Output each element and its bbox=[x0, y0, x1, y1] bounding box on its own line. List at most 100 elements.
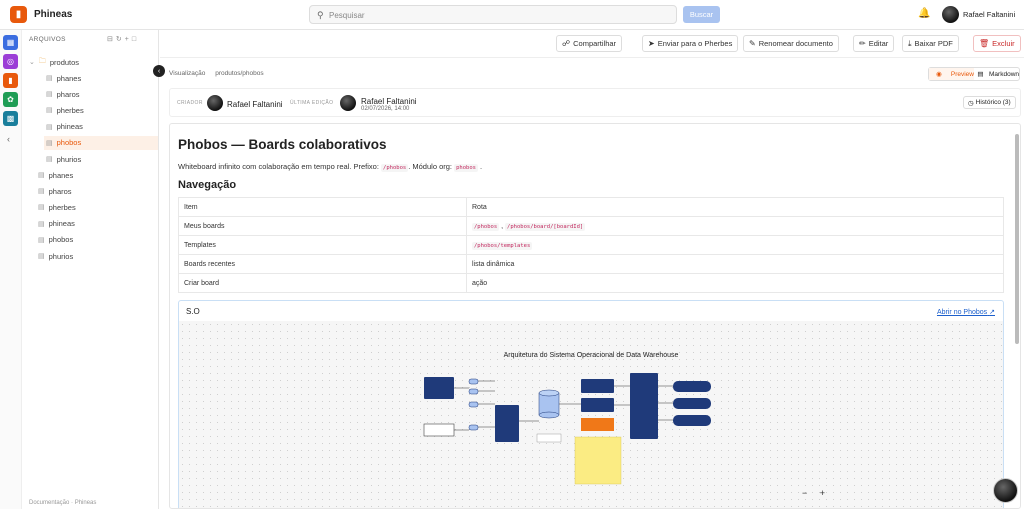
avatar[interactable] bbox=[942, 6, 959, 23]
created-label: CRIADOR bbox=[177, 100, 203, 106]
leaf-icon[interactable]: ✿ bbox=[3, 92, 18, 107]
file-icon: ▤ bbox=[977, 71, 984, 78]
alert-node bbox=[581, 418, 614, 431]
note-node bbox=[536, 433, 562, 443]
share-button[interactable]: ☍ Compartilhar bbox=[556, 35, 623, 52]
file-item[interactable]: ▤ pherbes bbox=[38, 200, 76, 214]
send-button[interactable]: ➤ Enviar para o Pherbes bbox=[642, 35, 739, 52]
file-item[interactable]: ▤ phineas bbox=[38, 217, 75, 231]
avatar bbox=[207, 95, 223, 111]
history-button[interactable]: ◷ Histórico (3) bbox=[963, 96, 1016, 109]
table-cell-route: /phobos , /phobos/board/[boardId] bbox=[466, 216, 1004, 236]
folder-icon: 🗀 bbox=[38, 57, 46, 65]
chart-icon[interactable]: ▩ bbox=[3, 111, 18, 126]
item-text: Item bbox=[184, 203, 198, 211]
route-text: Rota bbox=[472, 203, 487, 211]
connector-nodes bbox=[468, 378, 479, 431]
item-text: Boards recentes bbox=[184, 260, 235, 268]
breadcrumb-root[interactable]: Visualização bbox=[169, 70, 205, 77]
file-icon: ▤ bbox=[46, 75, 53, 82]
collapse-panel-button[interactable]: ‹ bbox=[153, 65, 165, 77]
files-header: ARQUIVOS bbox=[29, 36, 66, 43]
table-cell-item: Boards recentes bbox=[178, 254, 467, 274]
edit-button[interactable]: ✏ Editar bbox=[853, 35, 895, 52]
file-label: phobos bbox=[48, 235, 74, 245]
zoom-in-button[interactable]: + bbox=[820, 488, 825, 498]
intro-text: Whiteboard infinito com colaboração em t… bbox=[178, 162, 379, 171]
file-label: phobos bbox=[56, 138, 82, 148]
file-icon: ▤ bbox=[38, 204, 45, 212]
file-item[interactable]: ▤ phobos bbox=[44, 135, 158, 150]
file-item[interactable]: ▤ phobos bbox=[38, 233, 73, 247]
file-item[interactable]: ▤ phanes bbox=[44, 71, 158, 85]
bell-icon[interactable]: 🔔 bbox=[918, 8, 930, 19]
board-canvas[interactable]: Arquitetura do Sistema Operacional de Da… bbox=[179, 321, 1003, 508]
file-item[interactable]: ▤ phurios bbox=[38, 249, 73, 263]
delete-button[interactable]: 🗑 Excluir bbox=[973, 35, 1021, 52]
file-label: pherbes bbox=[48, 202, 76, 212]
document-view: Phobos — Boards colaborativos Whiteboard… bbox=[169, 123, 1021, 509]
open-board-label: Abrir no Phobos bbox=[936, 309, 988, 316]
file-item[interactable]: ▤ pherbes bbox=[44, 103, 158, 117]
file-label: phanes bbox=[48, 170, 74, 180]
doc-toolbar: ☍ Compartilhar ➤ Enviar para o Pherbes ✎ Re… bbox=[160, 30, 1024, 58]
markdown-tab[interactable]: ▤ Markdown bbox=[974, 68, 1019, 80]
file-item[interactable]: ▤ phineas bbox=[44, 120, 158, 134]
connector bbox=[468, 388, 479, 395]
route-code: /phobos bbox=[472, 222, 500, 231]
compass-icon[interactable]: ◎ bbox=[3, 54, 18, 69]
connector bbox=[468, 401, 479, 408]
scrollbar[interactable] bbox=[1014, 128, 1019, 508]
pdf-button[interactable]: ⤓ Baixar PDF bbox=[902, 35, 959, 52]
file-panel: ARQUIVOS ⊟↻+□ ⌄ 🗀 produtos ▤ phanes ▤ pharo… bbox=[22, 30, 159, 509]
avatar bbox=[340, 95, 356, 111]
preview-tab[interactable]: ◉ Preview bbox=[929, 68, 974, 80]
file-label: phurios bbox=[48, 251, 74, 261]
add-file-icon[interactable]: + bbox=[125, 36, 132, 43]
scrollbar-thumb[interactable] bbox=[1015, 134, 1019, 344]
file-item[interactable]: ▤ phurios bbox=[44, 152, 158, 166]
file-tools[interactable]: ⊟↻+□ bbox=[107, 35, 139, 43]
file-icon: ▤ bbox=[38, 220, 45, 228]
prefix-code: /phobos bbox=[381, 164, 409, 172]
architecture-diagram: Arquitetura do Sistema Operacional de Da… bbox=[423, 352, 711, 485]
file-item[interactable]: ▤ phanes bbox=[38, 168, 73, 182]
chevron-left-icon[interactable]: ‹ bbox=[7, 134, 10, 144]
file-label: phineas bbox=[56, 122, 83, 132]
output-node-2 bbox=[673, 398, 711, 409]
file-item[interactable]: ▤ pharos bbox=[44, 87, 158, 101]
doc-intro: Whiteboard infinito com colaboração em t… bbox=[178, 162, 483, 172]
output-node-3 bbox=[673, 415, 711, 426]
query-node-2 bbox=[581, 398, 614, 412]
zoom-out-button[interactable]: − bbox=[802, 488, 807, 498]
book-icon[interactable]: ▮ bbox=[3, 73, 18, 88]
search-button[interactable]: Buscar bbox=[683, 6, 720, 23]
file-label: phanes bbox=[56, 73, 82, 83]
open-board-link[interactable]: Abrir no Phobos ↗ bbox=[937, 308, 995, 316]
user-name[interactable]: Rafael Faltanini bbox=[963, 10, 1015, 19]
editor-name: Rafael Faltanini bbox=[361, 97, 417, 106]
zoom-controls: − + bbox=[802, 488, 835, 498]
markdown-label: Markdown bbox=[989, 70, 1019, 78]
file-item[interactable]: ▤ pharos bbox=[38, 184, 72, 198]
file-icon: ▤ bbox=[46, 107, 53, 115]
folder-produtos[interactable]: ⌄ 🗀 produtos bbox=[29, 55, 79, 69]
table-row: Templates/phobos/templates bbox=[178, 235, 1004, 255]
avatar[interactable] bbox=[993, 478, 1018, 503]
table-cell-route: ação bbox=[466, 273, 1004, 293]
rename-button[interactable]: ✎ Renomear documento bbox=[743, 35, 839, 52]
external-link-icon: ↗ bbox=[989, 309, 995, 316]
refresh-icon[interactable]: ↻ bbox=[116, 36, 125, 43]
output-node-1 bbox=[673, 381, 711, 392]
book-icon[interactable]: ▮ bbox=[10, 6, 27, 23]
file-icon: ▤ bbox=[38, 253, 45, 260]
grid-icon[interactable]: ▦ bbox=[3, 35, 18, 50]
add-folder-icon[interactable]: □ bbox=[132, 36, 139, 43]
download-icon: ⤓ bbox=[908, 38, 912, 48]
search-icon: ⚲ bbox=[317, 10, 324, 20]
history-label: Histórico (3) bbox=[975, 99, 1011, 106]
search-input[interactable]: ⚲ Pesquisar bbox=[309, 5, 677, 24]
main-area: ☍ Compartilhar ➤ Enviar para o Pherbes ✎ Re… bbox=[160, 30, 1024, 509]
collapse-all-icon[interactable]: ⊟ bbox=[107, 36, 116, 43]
section-title: Navegação bbox=[178, 179, 237, 191]
